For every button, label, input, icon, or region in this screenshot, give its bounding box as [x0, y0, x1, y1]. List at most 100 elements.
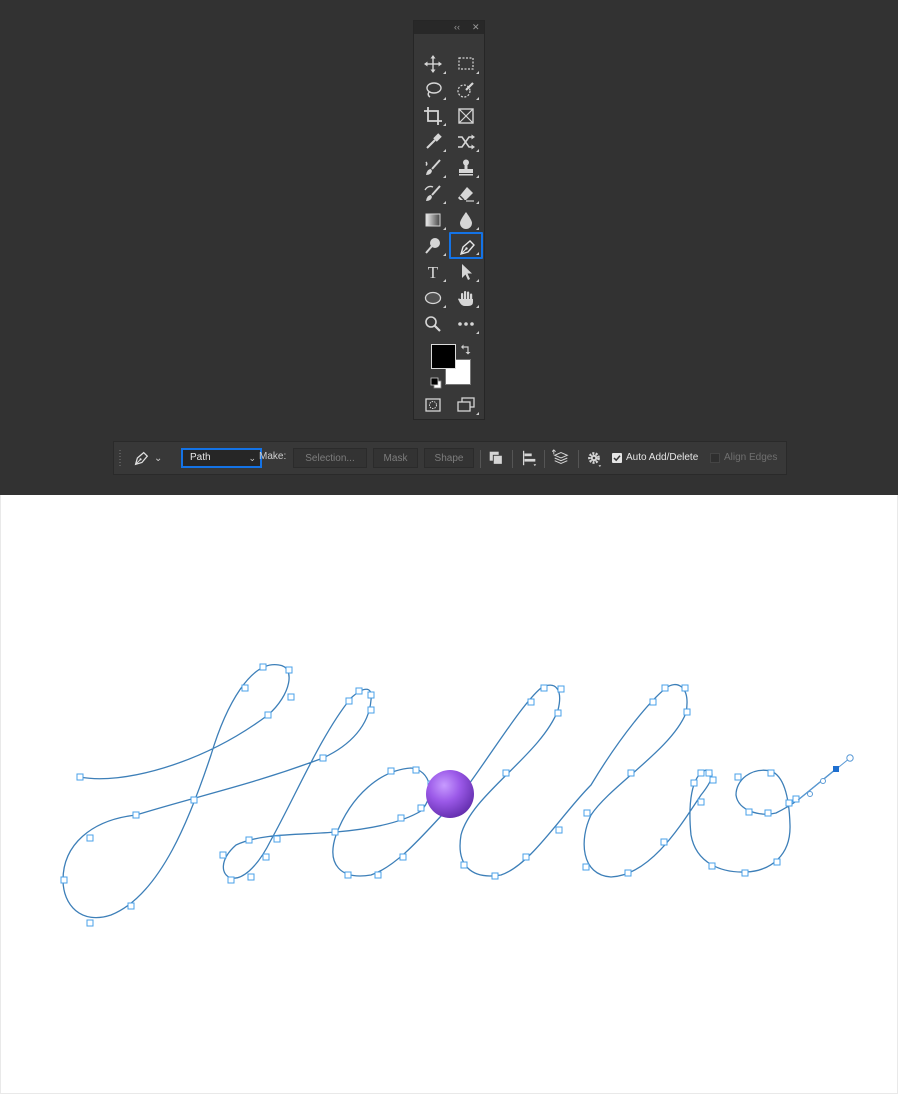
anchor-point[interactable] [660, 838, 668, 846]
double-chevron-left-icon[interactable]: ‹‹ [454, 21, 460, 34]
ellipse-tool[interactable] [418, 286, 448, 310]
default-colors-icon[interactable] [430, 377, 442, 389]
anchor-point[interactable] [285, 666, 293, 674]
anchor-point[interactable] [690, 779, 698, 787]
anchor-point[interactable] [792, 795, 800, 803]
direction-handle[interactable] [820, 778, 826, 784]
mode-select[interactable]: Path ⌄ [181, 448, 262, 468]
anchor-point[interactable] [355, 687, 363, 695]
make-shape-button[interactable]: Shape [424, 448, 474, 468]
path-options-button[interactable] [585, 442, 603, 474]
gradient-tool[interactable] [418, 208, 448, 232]
auto-add-delete-checkbox[interactable] [612, 453, 622, 463]
anchor-point[interactable] [387, 767, 395, 775]
anchor-point[interactable] [190, 796, 198, 804]
hello-path-artwork[interactable] [1, 495, 897, 1093]
frame-tool[interactable] [451, 104, 481, 128]
move-tool[interactable] [418, 52, 448, 76]
crop-tool[interactable] [418, 104, 448, 128]
anchor-point[interactable] [367, 691, 375, 699]
make-selection-button[interactable]: Selection... [293, 448, 367, 468]
anchor-point[interactable] [741, 869, 749, 877]
screen-mode-button[interactable] [451, 393, 481, 417]
anchor-point[interactable] [86, 919, 94, 927]
anchor-point[interactable] [331, 828, 339, 836]
direction-handle[interactable] [846, 754, 854, 762]
swap-colors-icon[interactable] [460, 343, 472, 355]
anchor-point[interactable] [86, 834, 94, 842]
blur-tool[interactable] [451, 208, 481, 232]
selected-anchor-point[interactable] [833, 766, 839, 772]
anchor-point[interactable] [287, 693, 295, 701]
content-aware-move-tool[interactable] [451, 130, 481, 154]
rectangular-marquee-tool[interactable] [451, 52, 481, 76]
anchor-point[interactable] [557, 685, 565, 693]
anchor-point[interactable] [767, 769, 775, 777]
anchor-point[interactable] [132, 811, 140, 819]
make-mask-button[interactable]: Mask [373, 448, 418, 468]
align-edges-checkbox[interactable] [710, 453, 720, 463]
anchor-point[interactable] [661, 684, 669, 692]
anchor-point[interactable] [219, 851, 227, 859]
document-canvas[interactable] [0, 495, 898, 1094]
anchor-point[interactable] [76, 773, 84, 781]
anchor-point[interactable] [273, 835, 281, 843]
anchor-point[interactable] [708, 862, 716, 870]
anchor-point[interactable] [262, 853, 270, 861]
type-tool[interactable]: T [418, 260, 448, 284]
anchor-point[interactable] [583, 809, 591, 817]
path-selection-tool[interactable] [451, 260, 481, 284]
anchor-point[interactable] [491, 872, 499, 880]
anchor-point[interactable] [227, 876, 235, 884]
anchor-point[interactable] [764, 809, 772, 817]
anchor-point[interactable] [745, 808, 753, 816]
zoom-tool[interactable] [418, 312, 448, 336]
anchor-point[interactable] [245, 836, 253, 844]
options-bar-grip[interactable] [118, 442, 122, 474]
brush-tool[interactable] [418, 156, 448, 180]
anchor-point[interactable] [264, 711, 272, 719]
anchor-point[interactable] [522, 853, 530, 861]
anchor-point[interactable] [683, 708, 691, 716]
quick-selection-tool[interactable] [451, 78, 481, 102]
anchor-point[interactable] [527, 698, 535, 706]
anchor-point[interactable] [624, 869, 632, 877]
history-brush-tool[interactable] [418, 182, 448, 206]
anchor-point[interactable] [785, 799, 793, 807]
active-anchor-handle[interactable] [797, 754, 854, 801]
clone-stamp-tool[interactable] [451, 156, 481, 180]
eyedropper-tool[interactable] [418, 130, 448, 154]
edit-toolbar[interactable] [451, 312, 481, 336]
tools-panel-header[interactable]: ‹‹ ✕ [414, 21, 484, 34]
anchor-point[interactable] [773, 858, 781, 866]
anchor-point[interactable] [241, 684, 249, 692]
anchor-point[interactable] [127, 902, 135, 910]
anchor-point[interactable] [502, 769, 510, 777]
anchor-point[interactable] [649, 698, 657, 706]
anchor-point[interactable] [247, 873, 255, 881]
anchor-point[interactable] [417, 804, 425, 812]
pen-tool[interactable] [449, 232, 483, 259]
anchor-point[interactable] [399, 853, 407, 861]
anchor-point[interactable] [555, 826, 563, 834]
anchor-point[interactable] [345, 697, 353, 705]
anchor-point[interactable] [259, 663, 267, 671]
tool-preset-picker[interactable]: ⌄ [132, 442, 162, 474]
anchor-point[interactable] [60, 876, 68, 884]
anchor-point[interactable] [460, 861, 468, 869]
hand-tool[interactable] [451, 286, 481, 310]
anchor-point[interactable] [374, 871, 382, 879]
anchor-point[interactable] [344, 871, 352, 879]
path-alignment-button[interactable] [520, 442, 538, 474]
path-operations-button[interactable] [487, 442, 505, 474]
lasso-tool[interactable] [418, 78, 448, 102]
anchor-point[interactable] [705, 769, 713, 777]
anchor-point[interactable] [681, 684, 689, 692]
anchor-point[interactable] [582, 863, 590, 871]
path-arrangement-button[interactable] [552, 442, 570, 474]
anchor-point[interactable] [709, 776, 717, 784]
anchor-point[interactable] [540, 684, 548, 692]
anchor-point[interactable] [697, 798, 705, 806]
foreground-color-swatch[interactable] [431, 344, 456, 369]
anchor-point[interactable] [412, 766, 420, 774]
